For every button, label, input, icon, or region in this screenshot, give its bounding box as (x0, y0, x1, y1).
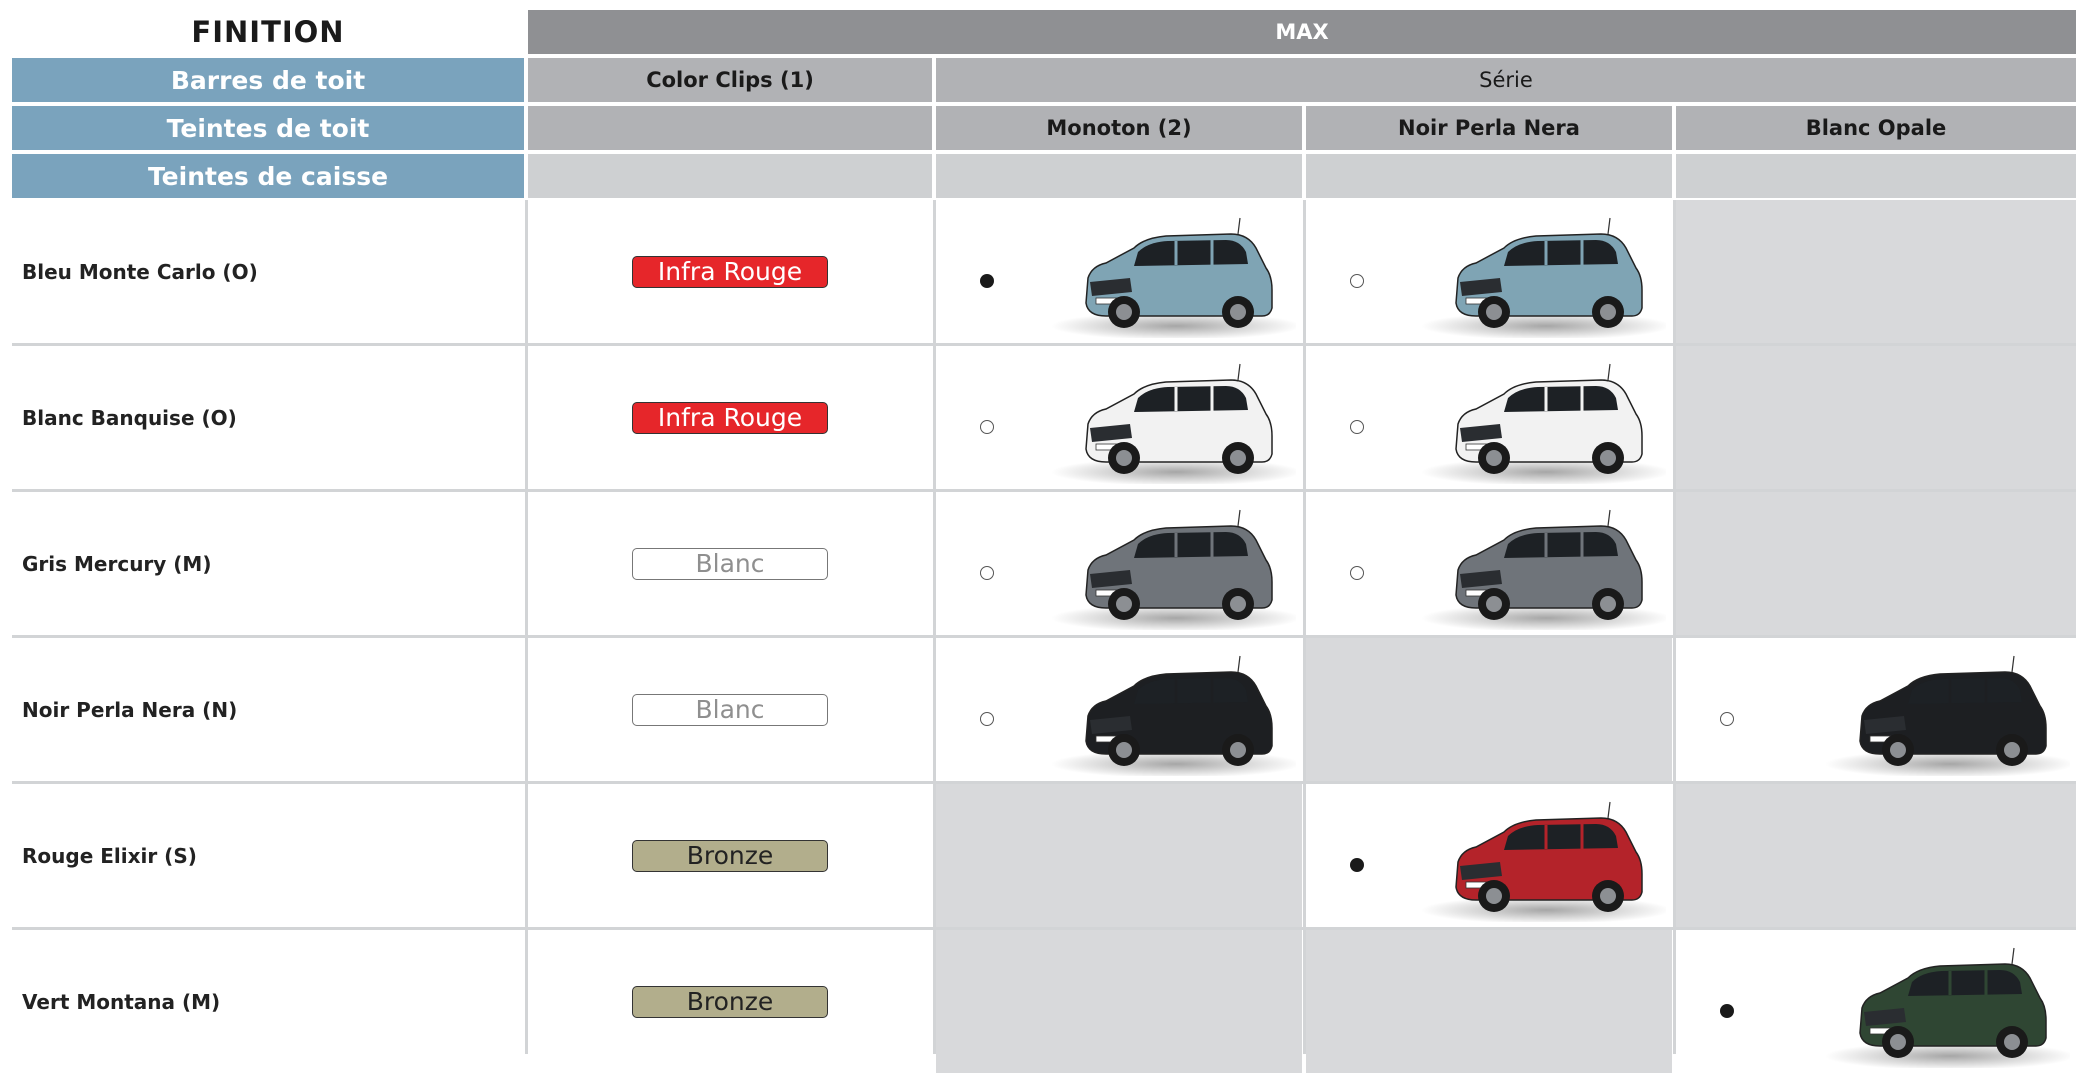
serie-header: Série (936, 58, 2076, 102)
body-color-label: Noir Perla Nera (N) (22, 697, 238, 722)
car-image (1051, 217, 1296, 338)
caisse-blank-cell (936, 154, 1302, 198)
body-color-label: Bleu Monte Carlo (O) (22, 259, 258, 284)
caisse-blank-cell (1676, 154, 2076, 198)
color-clip-badge: Blanc (632, 693, 828, 726)
color-clip-cell: Infra Rouge (528, 200, 932, 343)
column-divider (1303, 200, 1306, 1054)
unavailable-cell (1306, 638, 1672, 781)
roof-color-noir-header: Noir Perla Nera (1306, 106, 1672, 150)
color-clip-badge: Blanc (632, 547, 828, 580)
car-image (1421, 801, 1666, 922)
car-image (1825, 655, 2070, 776)
finition-max-header: MAX (528, 10, 2076, 54)
option-circle-icon (980, 566, 994, 580)
body-color-label: Gris Mercury (M) (22, 551, 212, 576)
color-clips-header: Color Clips (1) (528, 58, 932, 102)
color-clip-cell: Blanc (528, 492, 932, 635)
option-circle-icon (980, 420, 994, 434)
option-circle-icon (1350, 274, 1364, 288)
option-circle-icon (1720, 712, 1734, 726)
caisse-blank-cell (1306, 154, 1672, 198)
column-divider (1673, 200, 1676, 1054)
standard-bullet-icon (1720, 1004, 1734, 1018)
color-clip-badge: Bronze (632, 839, 828, 872)
unavailable-cell (1306, 930, 1672, 1073)
body-color-label: Rouge Elixir (S) (22, 843, 197, 868)
option-circle-icon (1350, 566, 1364, 580)
vehicle-option-cell (1676, 638, 2076, 781)
car-image (1421, 509, 1666, 630)
vehicle-option-cell (936, 492, 1302, 635)
teintes-de-caisse-label: Teintes de caisse (12, 154, 524, 198)
color-clip-badge: Infra Rouge (632, 255, 828, 288)
car-image (1421, 217, 1666, 338)
standard-bullet-icon (1350, 858, 1364, 872)
color-clip-cell: Bronze (528, 784, 932, 927)
vehicle-option-cell (1306, 784, 1672, 927)
body-color-label: Blanc Banquise (O) (22, 405, 237, 430)
caisse-blank-cell (528, 154, 932, 198)
vehicle-option-cell (936, 346, 1302, 489)
car-image (1825, 947, 2070, 1068)
color-clip-cell: Bronze (528, 930, 932, 1073)
option-circle-icon (980, 712, 994, 726)
vehicle-option-cell (1306, 492, 1672, 635)
car-image (1051, 655, 1296, 776)
vehicle-option-cell (936, 200, 1302, 343)
color-clips-blank-header (528, 106, 932, 150)
car-image (1051, 509, 1296, 630)
unavailable-cell (1676, 346, 2076, 489)
color-clip-badge: Bronze (632, 985, 828, 1018)
column-divider (525, 200, 528, 1054)
finition-title: FINITION (191, 15, 345, 49)
color-clip-cell: Blanc (528, 638, 932, 781)
roof-color-monoton-header: Monoton (2) (936, 106, 1302, 150)
vehicle-option-cell (1676, 930, 2076, 1073)
vehicle-option-cell (1306, 200, 1672, 343)
teintes-de-toit-label: Teintes de toit (12, 106, 524, 150)
unavailable-cell (1676, 492, 2076, 635)
unavailable-cell (936, 784, 1302, 927)
unavailable-cell (1676, 200, 2076, 343)
unavailable-cell (1676, 784, 2076, 927)
car-image (1051, 363, 1296, 484)
color-clip-cell: Infra Rouge (528, 346, 932, 489)
standard-bullet-icon (980, 274, 994, 288)
option-circle-icon (1350, 420, 1364, 434)
color-clip-badge: Infra Rouge (632, 401, 828, 434)
body-color-label: Vert Montana (M) (22, 989, 221, 1014)
barres-de-toit-label: Barres de toit (12, 58, 524, 102)
roof-color-blanc-header: Blanc Opale (1676, 106, 2076, 150)
vehicle-option-cell (1306, 346, 1672, 489)
unavailable-cell (936, 930, 1302, 1073)
vehicle-option-cell (936, 638, 1302, 781)
car-image (1421, 363, 1666, 484)
column-divider (933, 200, 936, 1054)
